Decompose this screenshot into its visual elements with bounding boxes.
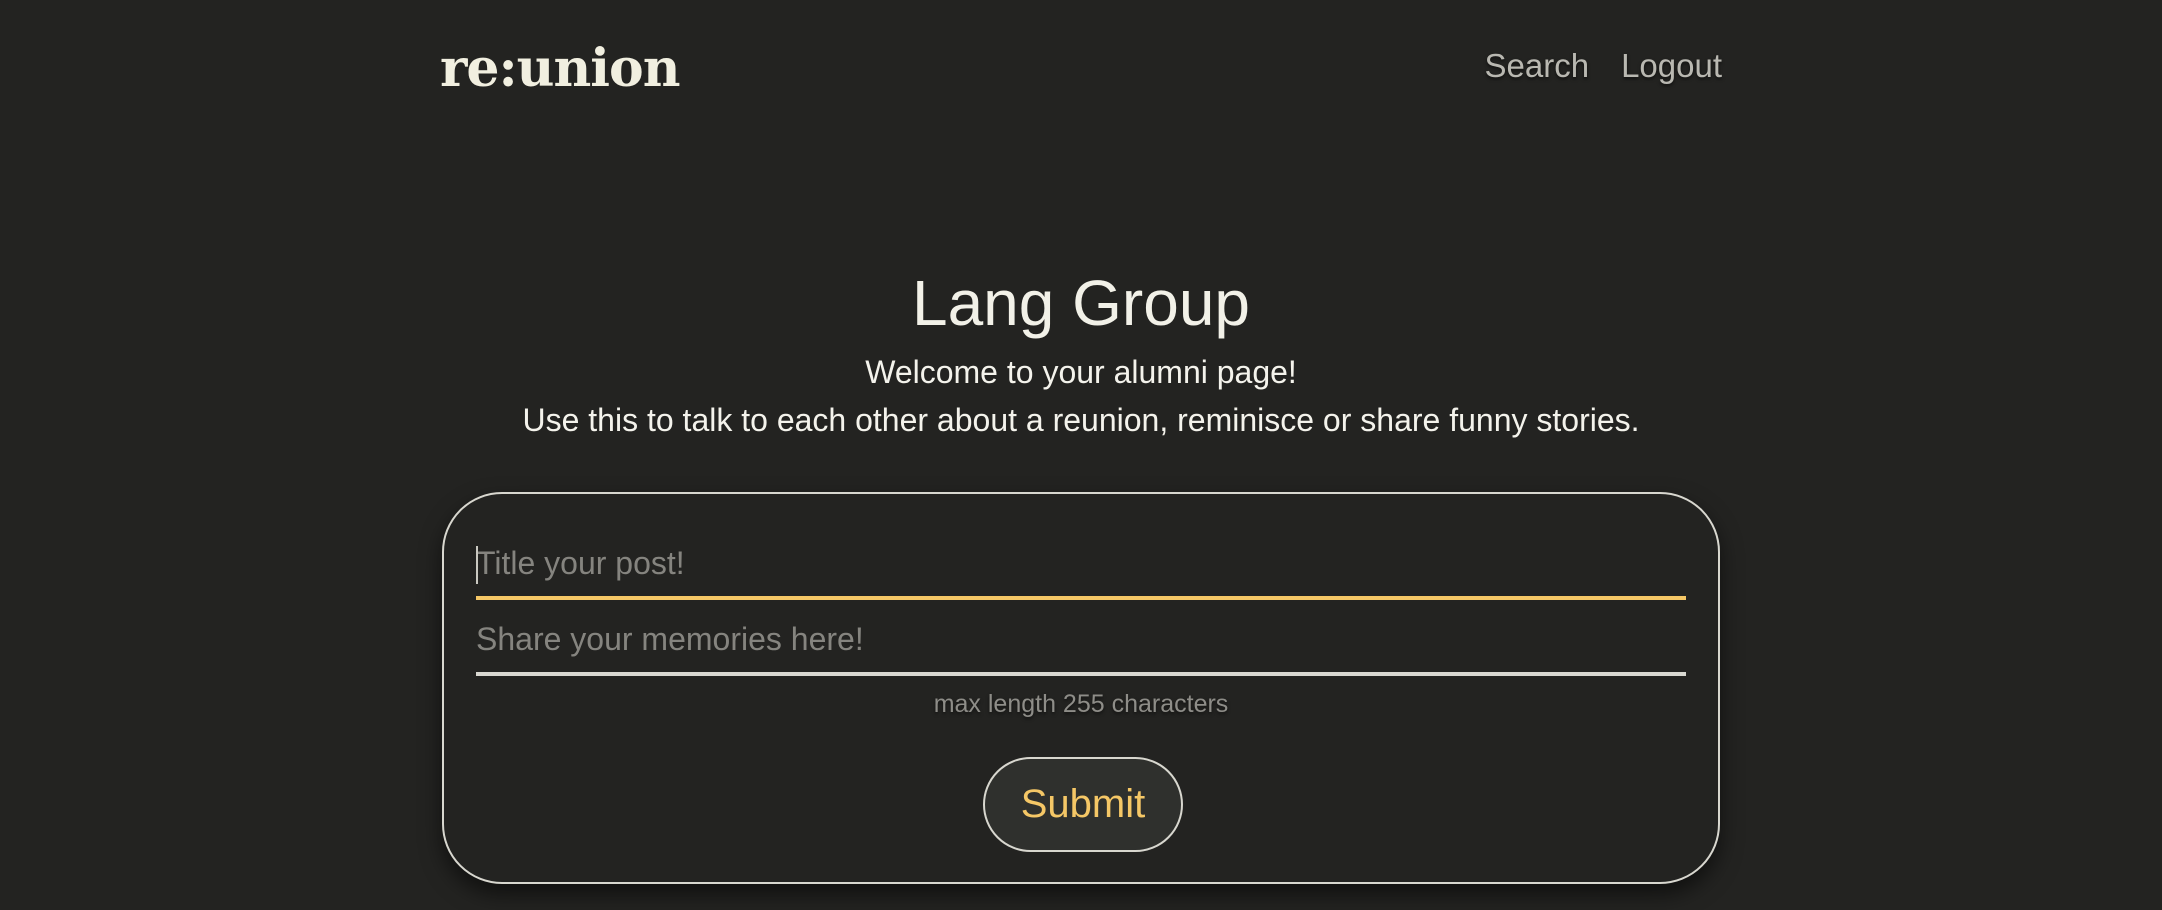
welcome-text: Welcome to your alumni page! (865, 354, 1297, 391)
top-nav: re:union Search Logout (440, 34, 1722, 104)
post-title-input[interactable] (476, 530, 1686, 596)
nav-search-link[interactable]: Search (1485, 47, 1590, 85)
nav-links: Search Logout (1485, 47, 1723, 85)
nav-logout-link[interactable]: Logout (1621, 47, 1722, 85)
submit-button[interactable]: Submit (983, 757, 1183, 852)
description-text: Use this to talk to each other about a r… (522, 402, 1640, 439)
page-title: Lang Group (911, 267, 1251, 339)
text-caret (476, 546, 478, 584)
body-field-wrapper (476, 606, 1686, 676)
max-length-hint: max length 255 characters (933, 690, 1229, 718)
title-field-wrapper (476, 530, 1686, 600)
group-header: Lang Group Welcome to your alumni page! … (0, 268, 2162, 444)
new-post-form: max length 255 characters Submit (442, 492, 1720, 884)
post-body-input[interactable] (476, 606, 1686, 672)
logo[interactable]: re:union (440, 43, 681, 95)
